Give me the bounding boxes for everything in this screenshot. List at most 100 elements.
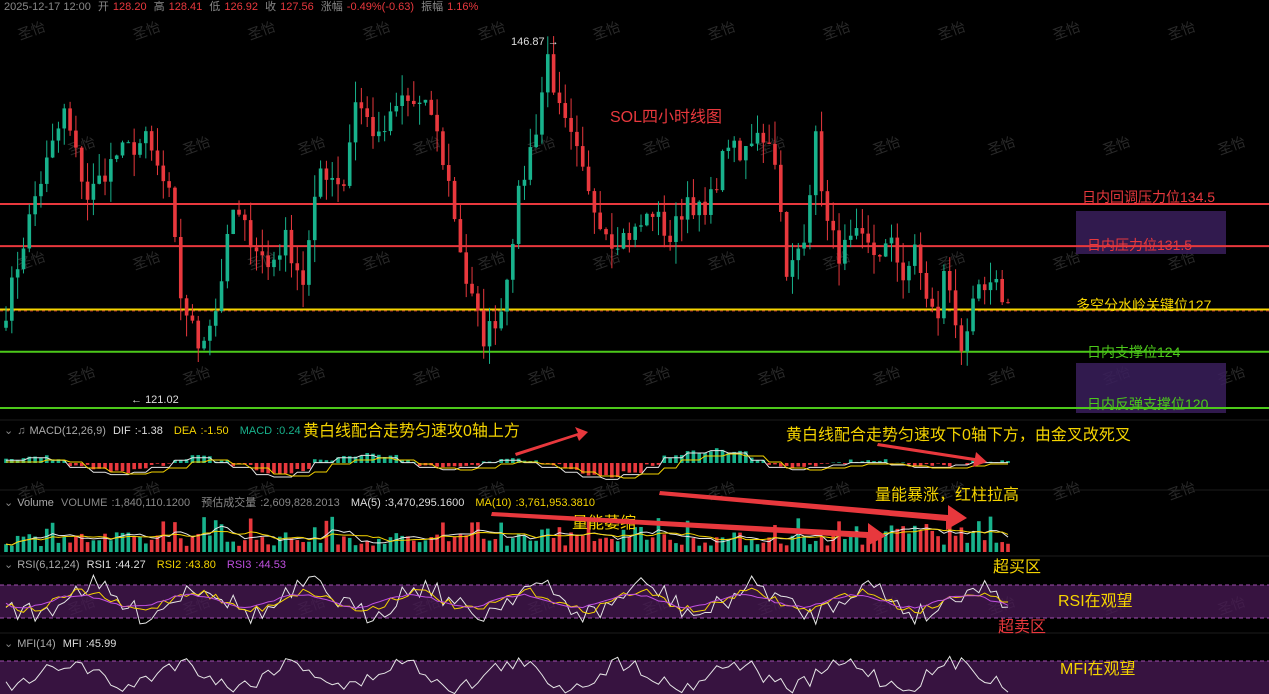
high-label: 高 [153,1,165,13]
volume-bar [988,516,993,552]
macd-bar [74,463,78,466]
macd-collapse-icon[interactable]: ⌄ [4,425,13,437]
macd-bar [342,455,346,463]
volume-bar [557,527,562,552]
volume-bar [604,537,608,552]
macd-bar [633,463,637,473]
candle-body [56,128,61,141]
macd-bar [802,463,806,467]
volume-bar [1006,543,1010,552]
volume-bar [56,542,61,552]
volume-bar [767,537,771,552]
volume-collapse-icon[interactable]: ⌄ [4,497,13,509]
volume-bar [662,534,667,552]
macd-bar [149,463,154,465]
candle-body [423,99,428,103]
candle-body [44,157,49,184]
candle-body [138,143,142,155]
est-value: 2,609,828.2013 [263,497,340,509]
macd-bar [155,463,160,464]
macd-bar [942,463,946,466]
candle-body [79,147,84,182]
rsi3-value: 44.53 [258,559,286,571]
candle-body [860,228,865,234]
volume-bar [27,534,32,552]
bell-icon[interactable]: ♫ [17,425,25,437]
volume-bar [394,533,399,552]
macd-bar [138,463,142,469]
candle-body [936,306,940,319]
ma10-label: MA(10) [475,497,512,509]
volume-bar [627,536,632,552]
macd-bar [347,456,352,463]
watermark-text: 圣怡 [16,248,48,273]
volume-bar [854,526,859,552]
volume-bar [173,522,177,552]
watermark-text: 圣怡 [871,363,903,388]
volume-bar [493,539,498,552]
watermark-text: 圣怡 [181,363,213,388]
macd-bar [610,463,614,478]
volume-bar [266,544,270,552]
candle-body [848,235,853,240]
close-value: 127.56 [280,1,314,13]
mfi-collapse-icon[interactable]: ⌄ [4,638,13,650]
volume-bar [598,538,603,552]
volume-bar [592,540,597,552]
macd-bar [819,463,824,464]
sol-4h-chart: 圣怡 圣怡 圣怡 圣怡 圣怡 圣怡 圣怡 圣怡 圣怡 圣怡 圣怡圣怡 圣怡 圣怡 圣怡 圣怡 圣怡 圣怡 圣怡 圣怡… [0,18,1269,694]
volume-bar [621,529,626,552]
candle-body [208,325,212,341]
candle-body [924,272,929,299]
volume-bar [778,543,783,552]
volume-bar [551,537,556,552]
candle-body [21,248,26,270]
candle-body [487,321,492,347]
candle-body [854,228,859,236]
watermark-text: 圣怡 [641,363,673,388]
candle-body [872,242,876,256]
macd-bar [476,463,480,466]
chart-title: SOL四小时线图 [610,108,722,126]
candle-body [190,315,195,321]
volume-bar [44,528,49,552]
volume-bar [942,544,946,552]
macd-bar [674,455,678,463]
macd-bar [301,463,305,472]
candle-body [464,252,469,284]
volume-bar [196,533,201,552]
candle-body [784,211,789,277]
candle-body [213,311,218,326]
watermark-text: 圣怡 [706,248,738,273]
candle-body [918,244,923,273]
volume-bar [21,536,26,552]
overbought-note: 超买区 [993,558,1041,576]
macd-bar [144,463,148,469]
candles-layer [4,36,1010,366]
macd-bar [796,463,801,467]
volume-bar [615,541,620,552]
volume-label: VOLUME [60,497,108,509]
volume-bar [441,522,445,552]
volume-bar [749,538,754,552]
watermark-text: 圣怡 [1101,133,1133,158]
candle-body [819,131,824,192]
candle-body [662,211,667,236]
volume-bar [184,545,189,552]
watermark-text: 圣怡 [296,363,328,388]
candle-body [330,177,335,180]
dea-label: DEA [173,425,197,437]
candle-body [685,197,690,220]
rsi1-value: 44.27 [118,559,146,571]
volume-bar [149,539,154,552]
watermark-text: 圣怡 [476,18,508,43]
macd-label: MACD [239,425,273,437]
rsi-collapse-icon[interactable]: ⌄ [4,559,13,571]
candle-body [621,233,626,249]
high-value: 128.41 [168,1,203,13]
candle-body [248,220,253,248]
candle-body [312,196,317,241]
macd-bar [813,463,818,467]
close-label: 收 [265,1,277,13]
candle-body [470,283,474,294]
